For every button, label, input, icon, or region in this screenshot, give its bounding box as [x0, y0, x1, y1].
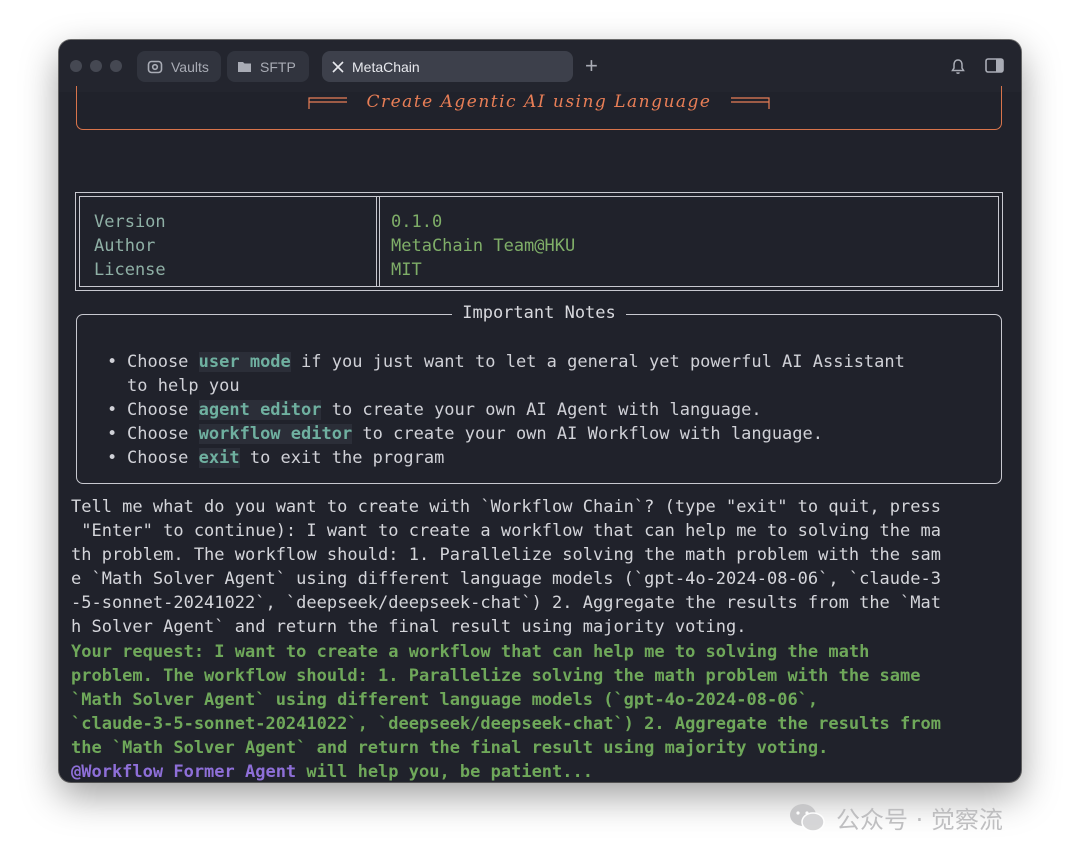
- request-line: problem. The workflow should: 1. Paralle…: [71, 665, 921, 686]
- minimize-window-button[interactable]: [90, 60, 102, 72]
- notes-title: Important Notes: [452, 303, 626, 323]
- note-text: to create your own AI Agent with languag…: [321, 400, 762, 420]
- tab-label: Vaults: [171, 58, 209, 75]
- bell-icon[interactable]: [950, 58, 966, 75]
- note-keyword: workflow editor: [198, 424, 353, 444]
- note-text: Choose: [127, 400, 199, 420]
- terminal-window: Vaults SFTP MetaChain + Create Agentic A…: [59, 40, 1021, 782]
- note-text: if you just want to let a general yet po…: [290, 352, 905, 372]
- tab-metachain[interactable]: MetaChain: [322, 51, 573, 82]
- folder-icon: [238, 62, 251, 72]
- terminal-output[interactable]: Create Agentic AI using Language Version…: [59, 86, 1021, 782]
- important-notes-box: Important Notes Choose user mode if you …: [76, 303, 1002, 484]
- watermark-text: 公众号 · 觉察流: [836, 806, 1003, 834]
- note-text: Choose: [127, 424, 199, 444]
- prompt-line: -5-sonnet-20241022`, `deepseek/deepseek-…: [71, 593, 941, 614]
- request-line: the `Math Solver Agent` and return the f…: [71, 737, 829, 758]
- notes-list: Choose user mode if you just want to let…: [103, 350, 983, 470]
- vault-icon: [147, 60, 163, 73]
- title-bar: Vaults SFTP MetaChain +: [59, 40, 1021, 92]
- request-line: `Math Solver Agent` using different lang…: [71, 689, 819, 710]
- request-line: `claude-3-5-sonnet-20241022`, `deepseek/…: [71, 713, 941, 734]
- tab-vaults[interactable]: Vaults: [137, 51, 221, 82]
- list-item: Choose workflow editor to create your ow…: [103, 422, 983, 446]
- info-value-author: MetaChain Team@HKU: [391, 236, 576, 256]
- info-table-inner: Version Author License 0.1.0 MetaChain T…: [79, 196, 999, 287]
- info-key-author: Author: [94, 236, 156, 256]
- banner-title: Create Agentic AI using Language: [366, 92, 712, 112]
- tab-label: SFTP: [260, 58, 296, 75]
- close-window-button[interactable]: [70, 60, 82, 72]
- info-keys: Version Author License: [94, 210, 166, 282]
- prompt-line: Tell me what do you want to create with …: [71, 497, 941, 517]
- note-keyword: user mode: [198, 352, 291, 372]
- agent-status-text: will help you, be patient...: [296, 762, 593, 782]
- banner-left-decoration: [307, 96, 347, 109]
- prompt-line: th problem. The workflow should: 1. Para…: [71, 545, 941, 566]
- info-values: 0.1.0 MetaChain Team@HKU MIT: [391, 210, 575, 282]
- list-item: Choose exit to exit the program: [103, 446, 983, 470]
- watermark: 公众号 · 觉察流: [788, 800, 1003, 835]
- prompt-line: h Solver Agent` and return the final res…: [71, 617, 747, 638]
- agent-name: @Workflow Former Agent: [71, 762, 297, 782]
- info-value-version: 0.1.0: [391, 212, 443, 232]
- info-table-divider: [376, 197, 380, 286]
- note-text: to help you: [127, 376, 240, 396]
- banner-title-row: Create Agentic AI using Language: [77, 92, 1001, 112]
- banner-box: Create Agentic AI using Language: [76, 86, 1002, 130]
- info-key-license: License: [94, 260, 166, 280]
- info-key-version: Version: [94, 212, 166, 232]
- terminal-log: Tell me what do you want to create with …: [71, 495, 1011, 782]
- prompt-line: "Enter" to continue): I want to create a…: [71, 521, 941, 542]
- tab-sftp[interactable]: SFTP: [227, 51, 309, 82]
- note-text: to exit the program: [239, 448, 445, 468]
- list-item: Choose user mode if you just want to let…: [103, 350, 983, 398]
- wechat-icon: [790, 803, 825, 832]
- info-table: Version Author License 0.1.0 MetaChain T…: [75, 192, 1003, 291]
- note-text: Choose: [127, 352, 199, 372]
- note-text: to create your own AI Workflow with lang…: [352, 424, 823, 444]
- new-tab-button[interactable]: +: [585, 54, 598, 78]
- zoom-window-button[interactable]: [110, 60, 122, 72]
- note-text: Choose: [127, 448, 199, 468]
- list-item: Choose agent editor to create your own A…: [103, 398, 983, 422]
- agent-status-line: @Workflow Former Agent will help you, be…: [71, 760, 1011, 782]
- request-line: Your request: I want to create a workflo…: [71, 641, 870, 662]
- prompt-line: e `Math Solver Agent` using different la…: [71, 569, 941, 590]
- note-keyword: agent editor: [198, 400, 322, 420]
- banner-right-decoration: [731, 96, 771, 109]
- notes-title-row: Important Notes: [77, 303, 1001, 323]
- note-keyword: exit: [198, 448, 240, 468]
- close-icon[interactable]: [332, 60, 344, 73]
- sidebar-toggle-icon[interactable]: [985, 58, 1004, 73]
- tab-label: MetaChain: [352, 58, 420, 75]
- info-value-license: MIT: [391, 260, 422, 280]
